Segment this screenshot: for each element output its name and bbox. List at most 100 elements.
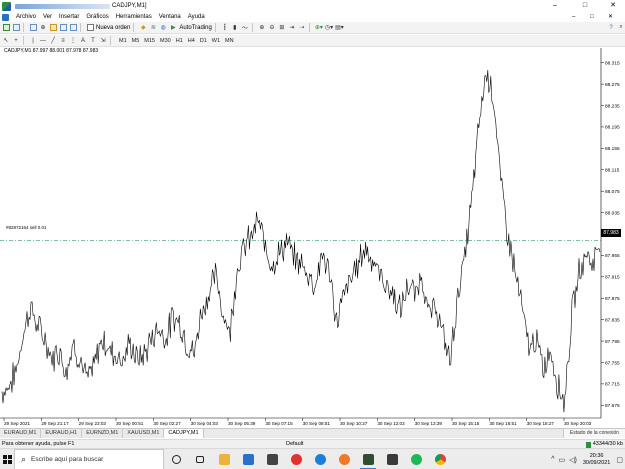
time-tick-label: 30 Sep 00:51 xyxy=(116,421,144,426)
timeframe-h1[interactable]: H1 xyxy=(176,38,183,44)
menu-ayuda[interactable]: Ayuda xyxy=(188,14,205,20)
navigator-icon[interactable] xyxy=(49,23,57,32)
new-order-button[interactable]: Nueva orden xyxy=(96,25,130,31)
timeframe-h4[interactable]: H4 xyxy=(188,38,195,44)
zoom-in-icon[interactable]: ⊕ xyxy=(258,23,266,32)
menu-herramientas[interactable]: Herramientas xyxy=(116,14,152,20)
trendline-icon[interactable]: ╱ xyxy=(49,36,57,45)
tab-xauusd-m1[interactable]: XAUUSD,M1 xyxy=(123,429,165,438)
info-icon[interactable]: ? xyxy=(607,23,615,32)
strategy-tester-icon[interactable] xyxy=(69,23,77,32)
timeframe-w1[interactable]: W1 xyxy=(212,38,220,44)
new-order-icon[interactable] xyxy=(86,23,94,32)
line-chart-icon[interactable]: 〜 xyxy=(241,23,249,32)
tab-euraud-h1[interactable]: EURAUD,H1 xyxy=(41,429,83,438)
data-window-icon[interactable]: ⊕ xyxy=(39,23,47,32)
tile-windows-icon[interactable]: ⊞ xyxy=(278,23,286,32)
order-label: #82872164 sell 0.01 xyxy=(6,225,47,230)
autotrading-button[interactable]: AutoTrading xyxy=(179,25,211,31)
price-tick-label: 87.915 xyxy=(605,275,620,281)
chart-restore-button[interactable]: □ xyxy=(590,12,594,22)
timeframe-m1[interactable]: M1 xyxy=(119,38,127,44)
file-explorer-icon[interactable] xyxy=(212,449,236,469)
terminal-app-icon[interactable] xyxy=(380,449,404,469)
channel-icon[interactable]: ≡ xyxy=(59,36,67,45)
autoscroll-icon[interactable]: ⇢ xyxy=(298,23,306,32)
timeframe-d1[interactable]: D1 xyxy=(200,38,207,44)
timeframe-mn[interactable]: MN xyxy=(225,38,234,44)
chrome-icon[interactable] xyxy=(428,449,452,469)
market-icon[interactable]: ◍ xyxy=(159,23,167,32)
fibonacci-icon[interactable]: ⋮ xyxy=(69,36,77,45)
edge-icon[interactable] xyxy=(308,449,332,469)
mail-icon[interactable] xyxy=(236,449,260,469)
price-tick-label: 88.275 xyxy=(605,82,620,88)
menu-ventana[interactable]: Ventana xyxy=(159,14,181,20)
menu-insertar[interactable]: Insertar xyxy=(59,14,79,20)
cortana-icon[interactable] xyxy=(164,449,188,469)
metatrader-icon[interactable] xyxy=(356,449,380,469)
time-tick-label: 30 Sep 18:27 xyxy=(527,421,555,426)
vertical-line-icon[interactable]: | xyxy=(29,36,37,45)
time-tick-label: 29 Sep 21:17 xyxy=(41,421,69,426)
templates-icon[interactable]: ▤▾ xyxy=(335,23,344,32)
bar-chart-icon[interactable]: ┇ xyxy=(221,23,229,32)
store-icon[interactable] xyxy=(260,449,284,469)
opera-icon[interactable] xyxy=(284,449,308,469)
firefox-icon[interactable] xyxy=(332,449,356,469)
price-tick-label: 87.795 xyxy=(605,339,620,345)
market-watch-icon[interactable] xyxy=(29,23,37,32)
price-tick-label: 87.835 xyxy=(605,317,620,323)
signals-icon[interactable]: ≋ xyxy=(149,23,157,32)
profiles-icon[interactable] xyxy=(12,23,20,32)
price-chart[interactable]: 88.315 88.275 88.235 88.195 88.155 88.115 88.0… xyxy=(0,48,625,428)
text-label-tool[interactable]: T xyxy=(89,36,97,45)
crosshair-icon[interactable]: + xyxy=(12,36,20,45)
spotify-icon[interactable] xyxy=(404,449,428,469)
time-tick-label: 30 Sep 20:03 xyxy=(564,421,592,426)
periods-icon[interactable]: ◷▾ xyxy=(325,23,333,32)
current-price-label: 87.983 xyxy=(601,229,621,237)
menu-graficos[interactable]: Gráficos xyxy=(86,14,108,20)
indicators-icon[interactable]: ⊕▾ xyxy=(315,23,323,32)
metaeditor-icon[interactable]: ◆ xyxy=(139,23,147,32)
timeframe-m15[interactable]: M15 xyxy=(144,38,155,44)
notifications-icon[interactable]: ▢ xyxy=(616,456,623,464)
chart-close-button[interactable]: ✕ xyxy=(608,12,613,22)
arrows-icon[interactable]: ⇲ xyxy=(99,36,107,45)
text-tool[interactable]: A xyxy=(79,36,87,45)
horizontal-line-icon[interactable]: — xyxy=(39,36,47,45)
new-chart-icon[interactable] xyxy=(2,23,10,32)
taskbar-search[interactable]: ⌕ Escribe aquí para buscar xyxy=(14,448,164,469)
minimize-button[interactable]: – xyxy=(545,0,565,12)
candlestick-icon[interactable]: ▮ xyxy=(231,23,239,32)
clock[interactable]: 20:36 30/09/2021 xyxy=(583,453,611,467)
menu-archivo[interactable]: Archivo xyxy=(16,14,36,20)
tab-euraud-m1[interactable]: EURAUD,M1 xyxy=(0,429,42,438)
tab-eurnzd-m1[interactable]: EURNZD,M1 xyxy=(82,429,124,438)
cursor-icon[interactable]: ↖ xyxy=(2,36,10,45)
chart-minimize-button[interactable]: – xyxy=(572,12,575,22)
volume-icon[interactable]: ◁) xyxy=(569,456,577,464)
search-placeholder: Escribe aquí para buscar xyxy=(31,455,104,463)
chart-canvas[interactable]: 88.315 88.275 88.235 88.195 88.155 88.115 88.0… xyxy=(0,48,625,428)
zoom-out-icon[interactable]: ⊖ xyxy=(268,23,276,32)
tab-cadjpy-m1[interactable]: CADJPY,M1 xyxy=(164,429,204,438)
search-icon[interactable]: ⌕ xyxy=(617,23,625,32)
timeframe-m30[interactable]: M30 xyxy=(160,38,171,44)
menu-ver[interactable]: Ver xyxy=(43,14,52,20)
price-tick-label: 87.675 xyxy=(605,403,620,409)
close-button[interactable]: ✕ xyxy=(603,0,623,12)
price-tick-label: 88.035 xyxy=(605,210,620,216)
timeframe-m5[interactable]: M5 xyxy=(132,38,140,44)
clock-date: 30/09/2021 xyxy=(582,459,611,466)
start-button[interactable] xyxy=(0,449,14,469)
price-tick-label: 87.715 xyxy=(605,382,620,388)
network-icon[interactable]: ▭ xyxy=(559,456,566,464)
tray-chevron-icon[interactable]: ^ xyxy=(551,456,554,463)
terminal-icon[interactable] xyxy=(59,23,67,32)
autotrading-icon[interactable]: ▶ xyxy=(169,23,177,32)
task-view-icon[interactable] xyxy=(188,449,212,469)
chart-shift-icon[interactable]: ⇥ xyxy=(288,23,296,32)
maximize-button[interactable]: □ xyxy=(575,0,595,12)
